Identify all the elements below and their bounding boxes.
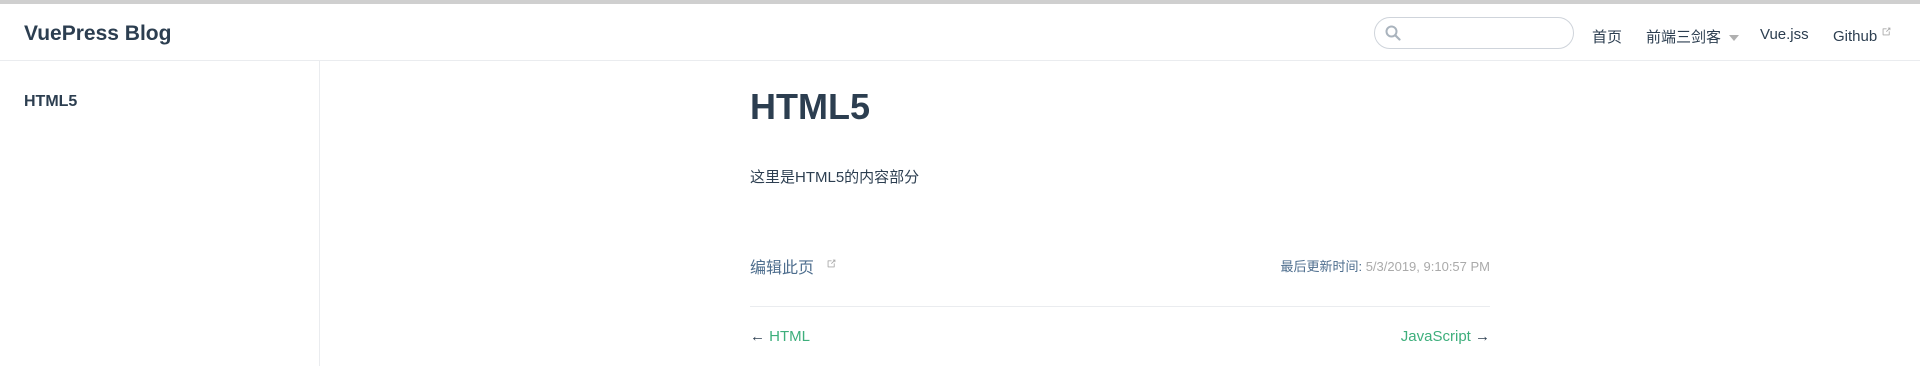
external-link-icon: [828, 259, 836, 268]
navbar: VuePress Blog 首页 前端三剑客 Vue.jss Github: [0, 4, 1920, 61]
right-arrow-icon: →: [1475, 328, 1490, 345]
search-icon: [1385, 25, 1401, 41]
next-page-nav: JavaScript →: [1401, 328, 1490, 345]
last-updated-time: 5/3/2019, 9:10:57 PM: [1365, 259, 1490, 274]
caret-down-icon: [1729, 35, 1740, 42]
nav-item-label: Github: [1833, 28, 1878, 45]
edit-page-link[interactable]: 编辑此页: [750, 254, 837, 278]
divider: [750, 306, 1490, 307]
nav-item-home[interactable]: 首页: [1592, 26, 1622, 47]
site-name-link[interactable]: VuePress Blog: [24, 22, 171, 46]
page-paragraph: 这里是HTML5的内容部分: [750, 169, 920, 186]
last-updated: 最后更新时间: 5/3/2019, 9:10:57 PM: [1280, 256, 1490, 275]
sidebar-item-html5[interactable]: HTML5: [24, 93, 77, 111]
prev-page-link[interactable]: HTML: [769, 328, 810, 345]
external-link-icon: [1882, 27, 1891, 36]
search-box[interactable]: [1374, 17, 1574, 49]
nav-item-github[interactable]: Github: [1833, 26, 1892, 45]
last-updated-prefix: 最后更新时间:: [1280, 259, 1363, 274]
sidebar: HTML5: [0, 61, 320, 366]
page-title: HTML5: [750, 86, 870, 127]
prev-page-nav: ← HTML: [750, 328, 810, 345]
edit-link-label: 编辑此页: [750, 260, 815, 277]
left-arrow-icon: ←: [750, 328, 765, 345]
nav-item-label: 前端三剑客: [1646, 29, 1722, 46]
next-page-link[interactable]: JavaScript: [1401, 328, 1471, 345]
nav-item-frontend-dropdown[interactable]: 前端三剑客: [1646, 26, 1740, 47]
search-input[interactable]: [1405, 21, 1569, 47]
nav-item-vuejs[interactable]: Vue.jss: [1760, 26, 1809, 43]
